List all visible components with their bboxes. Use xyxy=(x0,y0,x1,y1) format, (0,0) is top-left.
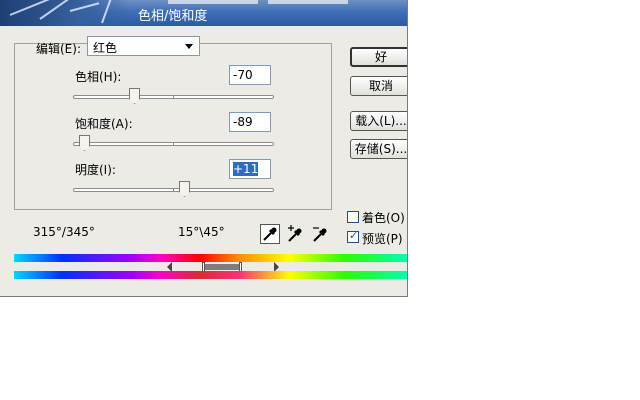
eyedropper-minus-icon[interactable] xyxy=(311,224,331,244)
background-window-peek xyxy=(168,0,258,4)
hue-input[interactable]: -70 xyxy=(229,65,271,85)
lightness-slider-center-tick xyxy=(173,188,174,192)
eyedropper-plus-icon[interactable] xyxy=(286,224,306,244)
title-bar-art xyxy=(0,0,130,26)
eyedropper-icon[interactable] xyxy=(260,224,280,244)
saturation-value: -89 xyxy=(233,115,253,129)
lightness-label: 明度(I): xyxy=(75,163,116,177)
color-range-band[interactable] xyxy=(205,264,241,270)
saturation-input[interactable]: -89 xyxy=(229,112,271,132)
preview-label[interactable]: 预览(P) xyxy=(362,230,403,247)
saturation-label: 饱和度(A): xyxy=(75,117,133,131)
chevron-down-icon xyxy=(185,44,193,49)
edit-label: 编辑(E): xyxy=(36,42,81,56)
hue-slider-center-tick xyxy=(173,95,174,99)
background-window-peek xyxy=(268,0,348,4)
check-mark-icon: ✓ xyxy=(349,229,359,242)
range-left-degrees: 315°/345° xyxy=(33,225,95,239)
cancel-button[interactable]: 取消 xyxy=(350,76,407,96)
edit-select-value: 红色 xyxy=(93,41,118,55)
colorize-checkbox[interactable] xyxy=(347,211,359,223)
save-button[interactable]: 存储(S)... xyxy=(350,139,407,159)
hue-label: 色相(H): xyxy=(75,70,122,84)
edit-select[interactable]: 红色 xyxy=(87,36,200,56)
dialog-title: 色相/饱和度 xyxy=(138,9,208,24)
hue-saturation-dialog: 色相/饱和度 编辑(E): 红色 色相(H): -70 饱和度(A): -89 … xyxy=(0,0,408,297)
hue-value: -70 xyxy=(233,68,253,82)
title-bar[interactable]: 色相/饱和度 xyxy=(0,0,407,26)
colorize-label[interactable]: 着色(O) xyxy=(362,209,405,226)
source-color-bar xyxy=(14,254,407,262)
preview-checkbox[interactable]: ✓ xyxy=(347,229,359,243)
load-button[interactable]: 载入(L)... xyxy=(350,111,407,131)
lightness-value: +11 xyxy=(233,162,259,176)
lightness-input[interactable]: +11 xyxy=(229,159,271,179)
saturation-slider-center-tick xyxy=(173,142,174,146)
range-right-degrees: 15°\45° xyxy=(178,225,225,239)
result-color-bar xyxy=(14,271,407,279)
ok-button[interactable]: 好 xyxy=(350,47,407,67)
adjustment-group xyxy=(14,43,332,210)
